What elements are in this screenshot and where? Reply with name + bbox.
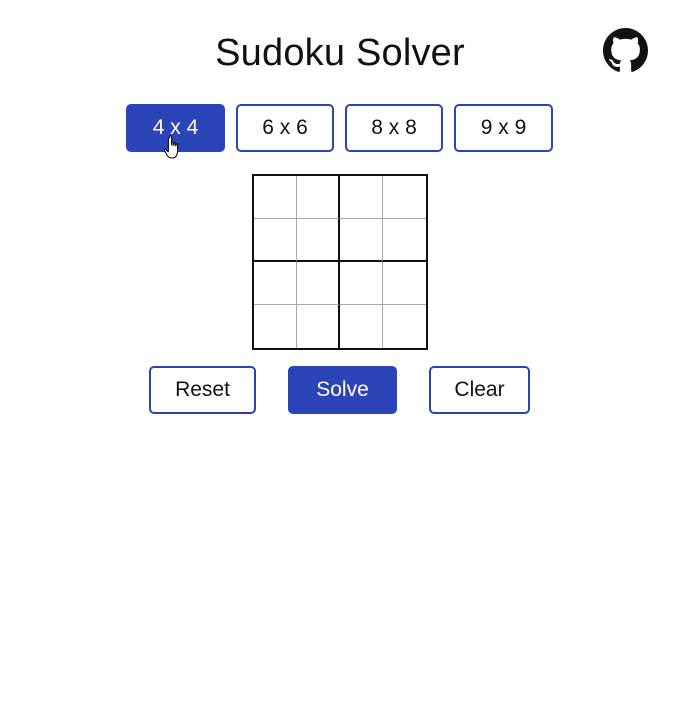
page-title: Sudoku Solver bbox=[215, 32, 465, 74]
grid-cell[interactable] bbox=[383, 262, 426, 305]
grid-cell[interactable] bbox=[254, 262, 297, 305]
grid-cell[interactable] bbox=[297, 176, 340, 219]
grid-cell[interactable] bbox=[254, 219, 297, 262]
sudoku-grid bbox=[252, 174, 428, 350]
grid-cell[interactable] bbox=[297, 219, 340, 262]
size-6x6-button[interactable]: 6 x 6 bbox=[236, 104, 334, 152]
solve-button[interactable]: Solve bbox=[288, 366, 397, 414]
grid-cell[interactable] bbox=[254, 305, 297, 348]
size-9x9-button[interactable]: 9 x 9 bbox=[454, 104, 553, 152]
grid-cell[interactable] bbox=[297, 262, 340, 305]
clear-button[interactable]: Clear bbox=[429, 366, 530, 414]
grid-cell[interactable] bbox=[340, 219, 383, 262]
sudoku-solver-page: Sudoku Solver 4 x 4 6 x 6 8 x 8 9 x 9 Re… bbox=[0, 0, 680, 720]
reset-button[interactable]: Reset bbox=[149, 366, 256, 414]
github-icon bbox=[603, 28, 648, 72]
grid-cell[interactable] bbox=[340, 176, 383, 219]
size-4x4-button[interactable]: 4 x 4 bbox=[126, 104, 225, 152]
grid-cell[interactable] bbox=[383, 176, 426, 219]
grid-cell[interactable] bbox=[383, 219, 426, 262]
grid-cell[interactable] bbox=[297, 305, 340, 348]
grid-cell[interactable] bbox=[383, 305, 426, 348]
size-8x8-button[interactable]: 8 x 8 bbox=[345, 104, 443, 152]
grid-cell[interactable] bbox=[340, 262, 383, 305]
grid-cell[interactable] bbox=[254, 176, 297, 219]
github-link[interactable] bbox=[603, 28, 648, 73]
grid-cell[interactable] bbox=[340, 305, 383, 348]
